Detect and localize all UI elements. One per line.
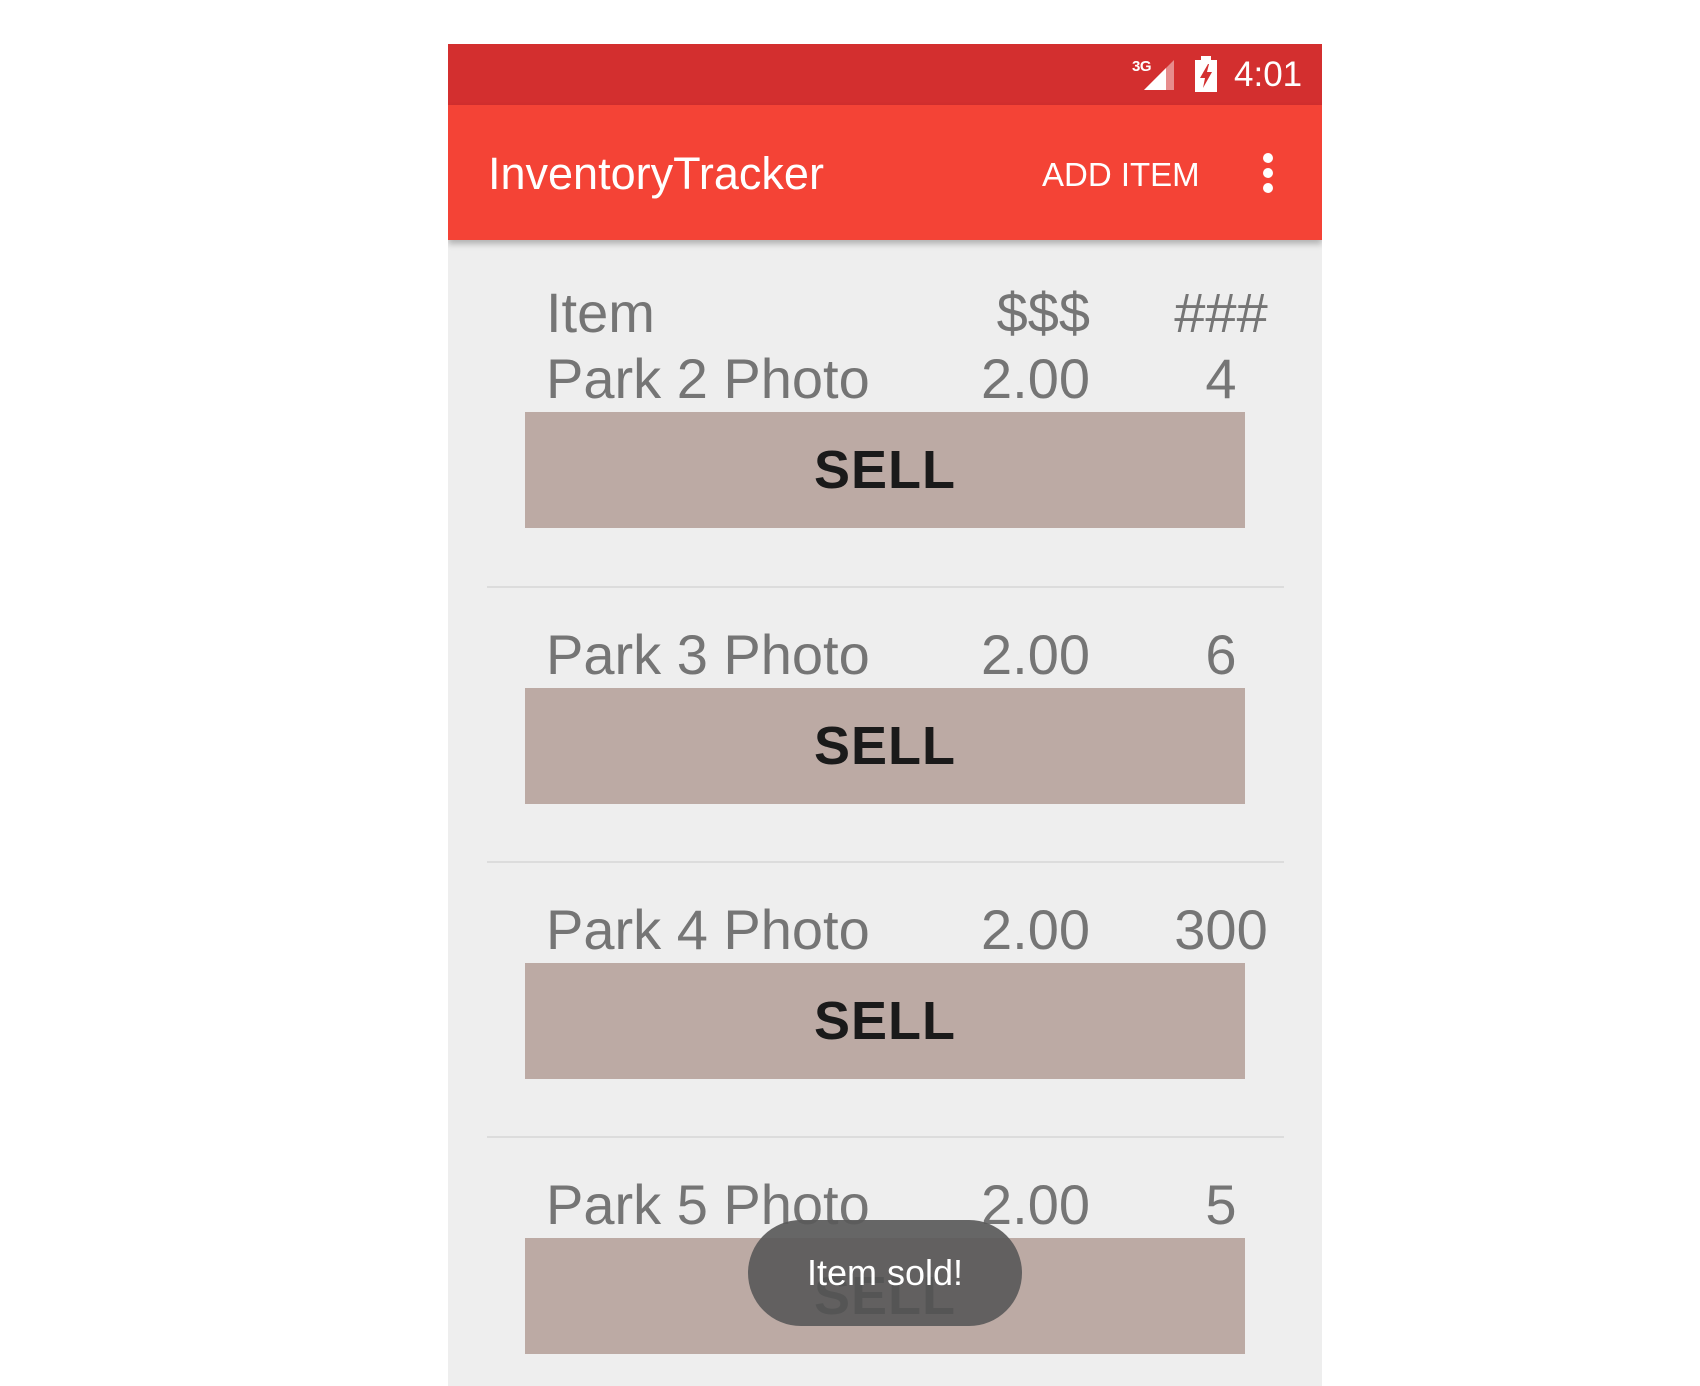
app-bar: InventoryTracker ADD ITEM [448, 105, 1322, 240]
signal-3g-icon: 3G [1132, 58, 1176, 92]
item-row-text: Park 2 Photo 2.00 4 [448, 346, 1322, 412]
item-quantity: 6 [1205, 623, 1237, 686]
battery-charging-icon [1194, 56, 1218, 92]
header-price: $$$ [996, 281, 1090, 344]
table-header: Item $$$ ### [448, 280, 1322, 346]
phone-screen: 3G 4:01 InventoryTracker ADD ITEM Item $… [448, 44, 1322, 1386]
item-row-text: Park 4 Photo 2.00 300 [448, 897, 1322, 963]
header-quantity: ### [1174, 281, 1268, 344]
divider [487, 1136, 1284, 1138]
status-bar: 3G 4:01 [448, 44, 1322, 105]
divider [487, 861, 1284, 863]
sell-button[interactable]: SELL [525, 688, 1245, 804]
item-quantity: 4 [1205, 347, 1237, 410]
sell-button[interactable]: SELL [525, 412, 1245, 528]
item-quantity: 300 [1174, 898, 1268, 961]
app-title: InventoryTracker [488, 148, 824, 199]
add-item-button[interactable]: ADD ITEM [1042, 155, 1200, 195]
item-row-text: Park 3 Photo 2.00 6 [448, 622, 1322, 688]
overflow-menu-icon[interactable] [1253, 149, 1283, 197]
item-price: 2.00 [981, 898, 1090, 961]
header-item: Item [546, 281, 655, 344]
list-item: Park 2 Photo 2.00 4 SELL [448, 346, 1322, 546]
status-time: 4:01 [1234, 55, 1303, 94]
item-quantity: 5 [1205, 1173, 1237, 1236]
sell-button[interactable]: SELL [525, 963, 1245, 1079]
item-name: Park 2 Photo [546, 347, 870, 410]
item-name: Park 4 Photo [546, 898, 870, 961]
item-price: 2.00 [981, 623, 1090, 686]
list-item: Park 4 Photo 2.00 300 SELL [448, 897, 1322, 1097]
toast-message: Item sold! [748, 1220, 1022, 1326]
item-name: Park 3 Photo [546, 623, 870, 686]
list-item: Park 3 Photo 2.00 6 SELL [448, 622, 1322, 822]
divider [487, 586, 1284, 588]
item-price: 2.00 [981, 347, 1090, 410]
